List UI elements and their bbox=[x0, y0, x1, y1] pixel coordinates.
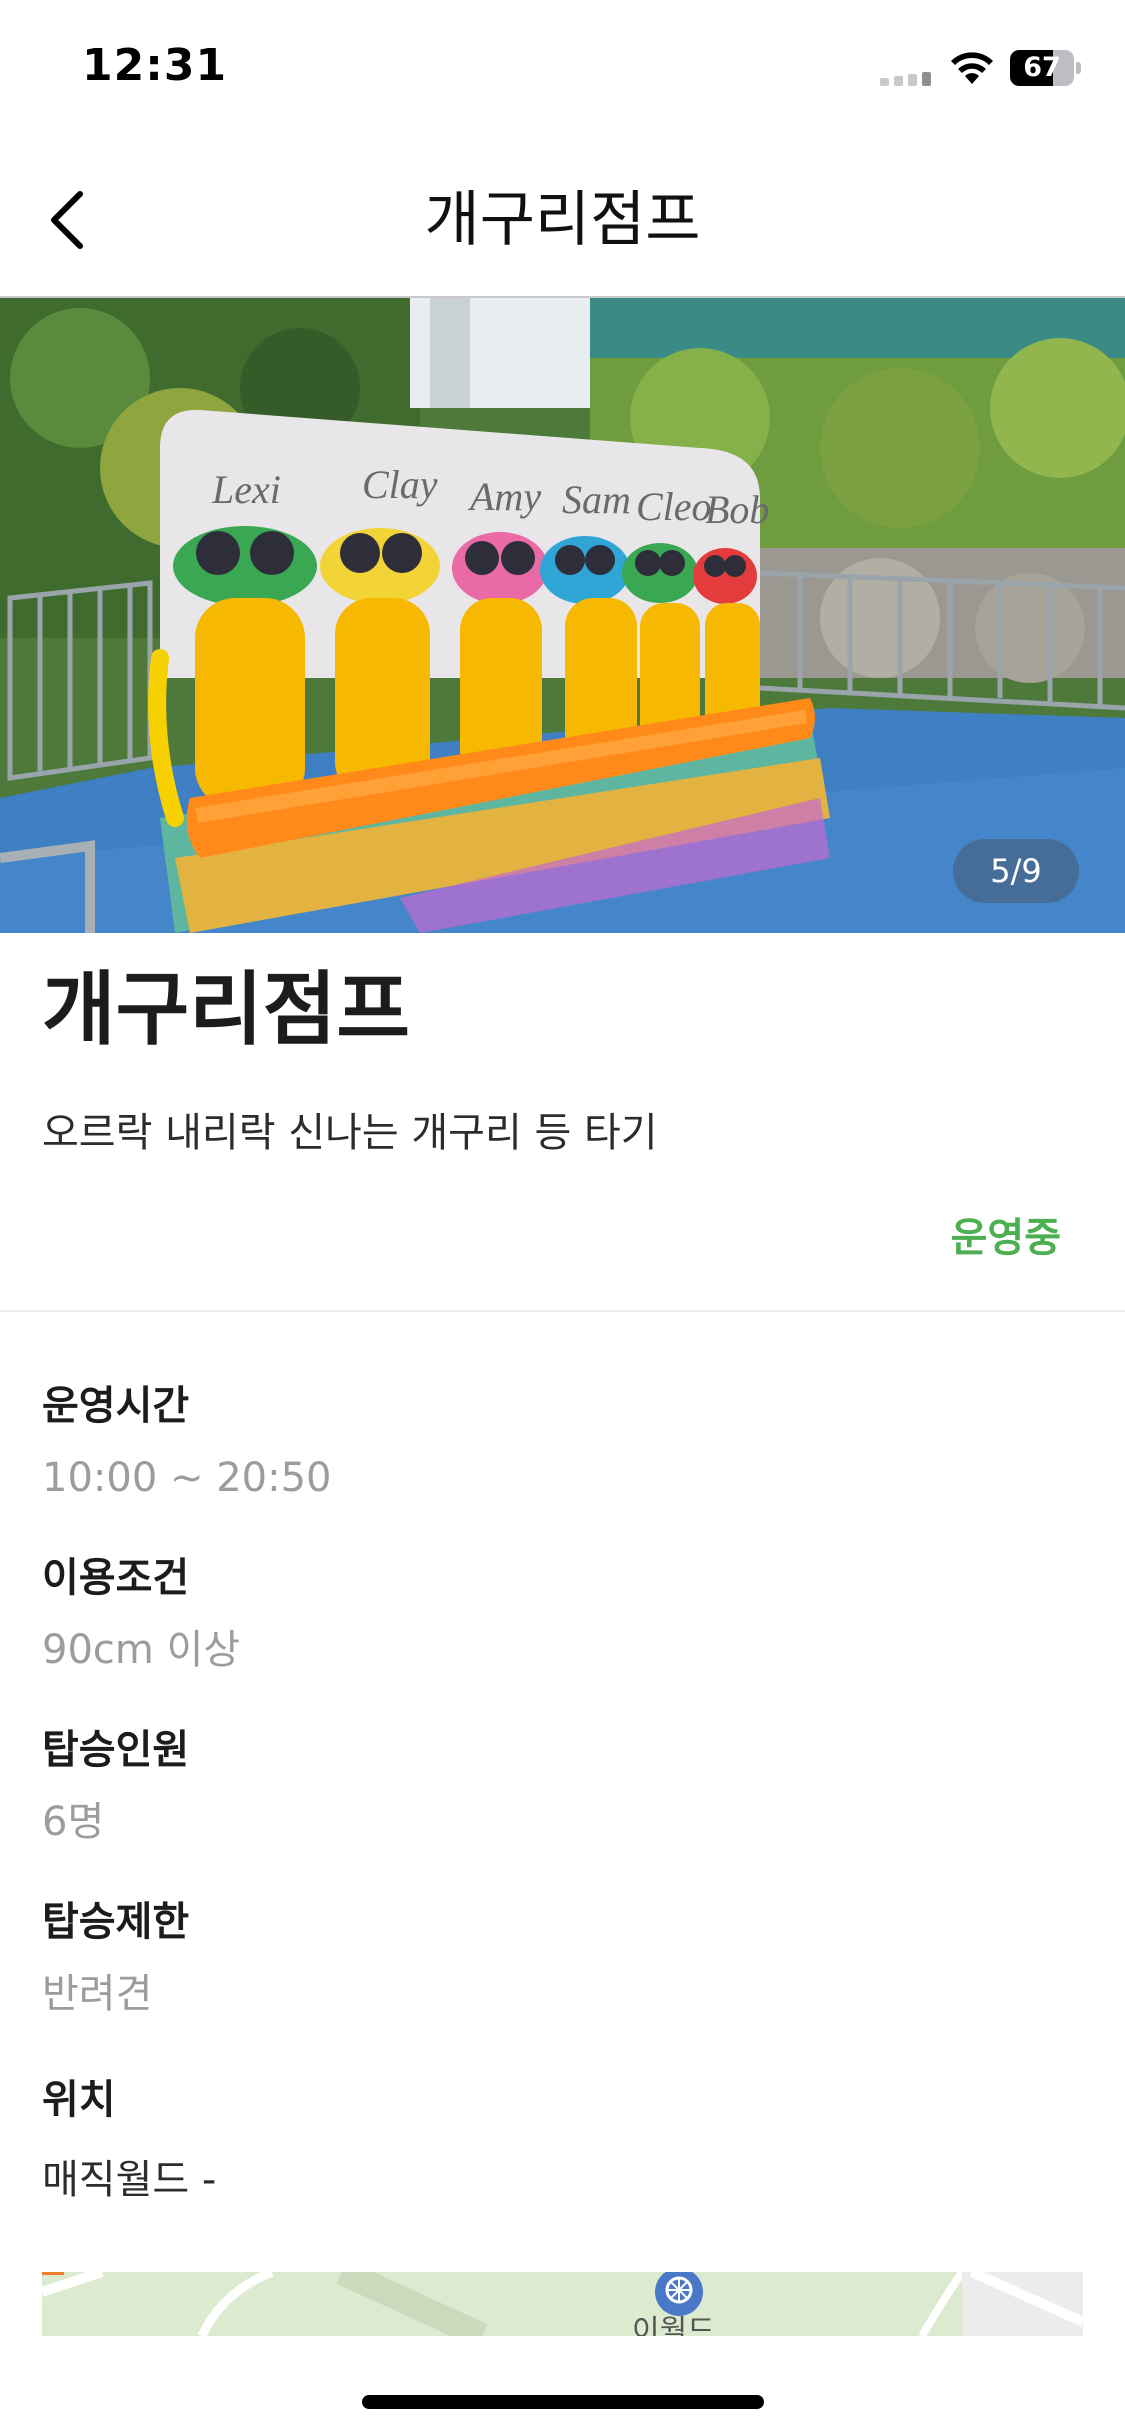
status-bar: 12:31 67 bbox=[0, 0, 1125, 140]
seat-name: Bob bbox=[705, 487, 769, 532]
frog-ride-photo: Lexi Clay Amy Sam Cleo Bob bbox=[0, 298, 1125, 933]
seat-name: Clay bbox=[362, 462, 438, 507]
battery-level: 67 bbox=[1023, 52, 1061, 83]
info-label-hours: 운영시간 bbox=[42, 1383, 190, 1429]
operating-status: 운영중 bbox=[950, 1215, 1061, 1261]
nav-title: 개구리점프 bbox=[424, 185, 701, 255]
info-label-restriction: 탑승제한 bbox=[42, 1899, 190, 1945]
info-label-requirement: 이용조건 bbox=[42, 1555, 190, 1601]
status-time: 12:31 bbox=[82, 40, 228, 91]
map-place-label: 이월드 bbox=[632, 2314, 715, 2336]
info-label-location: 위치 bbox=[42, 2077, 116, 2123]
info-label-capacity: 탑승인원 bbox=[42, 1727, 190, 1773]
location-map[interactable]: 이월드 bbox=[42, 2272, 1083, 2336]
navigation-bar: 개구리점프 bbox=[0, 150, 1125, 298]
ride-detail-screen: 12:31 67 개구리점프 Lexi Clay Amy Sam Cleo Bo… bbox=[0, 0, 1125, 2436]
info-value-requirement: 90cm 이상 bbox=[42, 1627, 241, 1673]
battery-body: 67 bbox=[1010, 50, 1074, 86]
info-value-hours: 10:00 ~ 20:50 bbox=[42, 1455, 332, 1501]
ride-title: 개구리점프 bbox=[42, 963, 410, 1056]
ride-description: 오르락 내리락 신나는 개구리 등 타기 bbox=[42, 1110, 658, 1156]
home-indicator bbox=[362, 2395, 764, 2409]
wifi-icon bbox=[951, 52, 993, 84]
info-value-restriction: 반려견 bbox=[42, 1971, 153, 2017]
page-indicator: 5/9 bbox=[953, 839, 1079, 903]
ride-photo-carousel[interactable]: Lexi Clay Amy Sam Cleo Bob 5/9 bbox=[0, 298, 1125, 933]
seat-name: Amy bbox=[467, 474, 541, 519]
map-tiles bbox=[42, 2272, 1083, 2336]
seat-name: Lexi bbox=[211, 467, 281, 512]
cell-signal-icon bbox=[880, 72, 932, 86]
battery-icon: 67 bbox=[1010, 50, 1081, 86]
section-divider bbox=[0, 1310, 1125, 1312]
info-value-location: 매직월드 - bbox=[42, 2157, 217, 2203]
info-value-capacity: 6명 bbox=[42, 1799, 105, 1845]
ferris-wheel-icon bbox=[655, 2272, 703, 2316]
battery-nub bbox=[1076, 62, 1081, 74]
seat-name: Cleo bbox=[636, 484, 712, 529]
seat-name: Sam bbox=[562, 477, 631, 522]
